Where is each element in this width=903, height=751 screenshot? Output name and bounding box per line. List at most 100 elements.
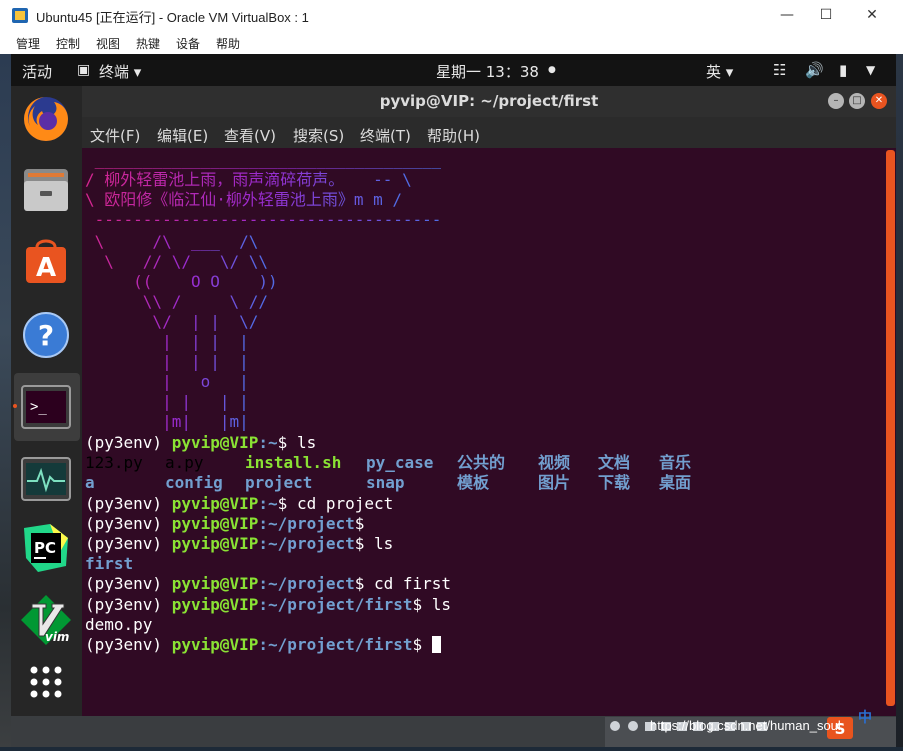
- system-monitor-icon[interactable]: [20, 453, 72, 505]
- prompt-command: $ cd first: [354, 574, 452, 593]
- prompt-user: pyvip@VIP: [171, 635, 259, 654]
- prompt-path: :~: [258, 494, 278, 513]
- pycharm-icon[interactable]: PC: [20, 522, 72, 574]
- window-title: Ubuntu45 [正在运行] - Oracle VM VirtualBox :…: [36, 10, 309, 25]
- menu-edit[interactable]: 编辑(E): [157, 125, 208, 146]
- menu-view[interactable]: 视图: [96, 35, 120, 52]
- prompt-command: $ ls: [277, 433, 317, 452]
- menu-control[interactable]: 控制: [56, 35, 80, 52]
- svg-text:?: ?: [38, 319, 54, 352]
- text-cursor: [431, 636, 441, 653]
- activities-button[interactable]: 活动: [22, 61, 52, 82]
- input-method-menu[interactable]: 英 ▾: [706, 61, 733, 82]
- vim-icon[interactable]: vim: [20, 594, 72, 646]
- terminal-title: pyvip@VIP: ~/project/first: [379, 92, 599, 110]
- svg-text:vim: vim: [45, 630, 69, 644]
- prompt-user: pyvip@VIP: [171, 433, 259, 452]
- prompt-env: (py3env): [85, 595, 172, 614]
- files-icon[interactable]: [20, 164, 72, 216]
- ls-entry: a: [85, 473, 95, 492]
- help-icon[interactable]: ?: [20, 309, 72, 361]
- prompt-user: pyvip@VIP: [171, 595, 259, 614]
- menu-terminal[interactable]: 终端(T): [360, 125, 411, 146]
- prompt-command: $: [412, 635, 432, 654]
- terminal-close-button[interactable]: ✕: [871, 93, 887, 109]
- maximize-button[interactable]: ☐: [803, 0, 849, 31]
- menu-file[interactable]: 文件(F): [90, 125, 140, 146]
- prompt-path: :~/project: [258, 574, 355, 593]
- terminal-minimize-button[interactable]: –: [828, 93, 844, 109]
- ls-entry: install.sh: [245, 453, 342, 472]
- ls-output: first: [85, 554, 134, 573]
- network-icon[interactable]: ☷: [773, 61, 786, 79]
- ls-output: demo.py: [85, 615, 153, 634]
- menu-hotkey[interactable]: 热键: [136, 35, 160, 52]
- prompt-line: (py3env) pyvip@VIP:~/project$ ls: [85, 534, 393, 554]
- ascii-line: \ /\ ___ /\: [85, 232, 259, 251]
- menu-devices[interactable]: 设备: [176, 35, 200, 52]
- ascii-line: / 柳外轻雷池上雨，雨声滴碎荷声。 -- \: [85, 170, 412, 189]
- software-store-icon[interactable]: A: [20, 235, 72, 287]
- battery-icon[interactable]: ▮: [839, 61, 847, 79]
- ime-indicator[interactable]: 中: [858, 707, 872, 727]
- menu-manage[interactable]: 管理: [16, 35, 40, 52]
- menu-help[interactable]: 帮助: [216, 35, 240, 52]
- prompt-user: pyvip@VIP: [171, 574, 259, 593]
- prompt-env: (py3env): [85, 494, 172, 513]
- ls-entry: project: [245, 473, 313, 492]
- svg-text:PC: PC: [34, 539, 56, 557]
- host-desktop-edge-right: [896, 54, 903, 747]
- menu-view[interactable]: 查看(V): [224, 125, 276, 146]
- prompt-env: (py3env): [85, 635, 172, 654]
- ls-entry: py_case: [366, 453, 434, 472]
- prompt-command: $ cd project: [277, 494, 394, 513]
- prompt-line: (py3env) pyvip@VIP:~/project/first$ ls: [85, 595, 451, 615]
- terminal-maximize-button[interactable]: □: [849, 93, 865, 109]
- volume-icon[interactable]: 🔊: [805, 61, 824, 79]
- ascii-line: (( O O )): [85, 272, 278, 291]
- ls-entry: 公共的: [457, 453, 506, 472]
- gnome-top-bar: 活动 ▣ 终端 ▾ 星期一 13：38 ● 英 ▾ ☷ 🔊 ▮ ▼: [11, 54, 896, 86]
- prompt-line: (py3env) pyvip@VIP:~/project/first$: [85, 635, 441, 655]
- close-button[interactable]: ✕: [849, 0, 895, 31]
- prompt-env: (py3env): [85, 574, 172, 593]
- prompt-command: $ ls: [354, 534, 394, 553]
- show-applications-icon[interactable]: [20, 656, 72, 708]
- prompt-command: $ ls: [412, 595, 452, 614]
- virtualbox-menubar: 管理 控制 视图 热键 设备 帮助: [0, 31, 903, 54]
- ubuntu-dock: A ? >_ PC vim: [11, 86, 82, 716]
- prompt-line: (py3env) pyvip@VIP:~/project$ cd first: [85, 574, 451, 594]
- svg-text:A: A: [36, 253, 56, 283]
- ls-entry: 文档: [598, 453, 631, 472]
- ascii-line: | | | |: [85, 332, 249, 351]
- prompt-path: :~/project/first: [258, 595, 413, 614]
- ascii-line: ____________________________________: [85, 150, 442, 169]
- ascii-line: |m| |m|: [85, 412, 249, 431]
- prompt-env: (py3env): [85, 514, 172, 533]
- terminal-content[interactable]: ____________________________________ / 柳…: [82, 148, 896, 716]
- prompt-env: (py3env): [85, 433, 172, 452]
- prompt-command: $: [354, 514, 365, 533]
- ls-entry: 音乐: [659, 453, 692, 472]
- ls-entry: 桌面: [659, 473, 692, 492]
- csdn-watermark: https://blog.csdn.net/human_soul: [650, 718, 841, 733]
- prompt-user: pyvip@VIP: [171, 534, 259, 553]
- ascii-line: \ 欧阳修《临江仙·柳外轻雷池上雨》m m /: [85, 190, 403, 209]
- system-menu-arrow-icon[interactable]: ▼: [866, 63, 875, 77]
- terminal-app-icon: ▣: [77, 62, 91, 78]
- terminal-menubar: 文件(F) 编辑(E) 查看(V) 搜索(S) 终端(T) 帮助(H): [82, 117, 896, 148]
- running-indicator: [13, 404, 17, 408]
- menu-help[interactable]: 帮助(H): [427, 125, 480, 146]
- menu-search[interactable]: 搜索(S): [293, 125, 344, 146]
- terminal-titlebar[interactable]: pyvip@VIP: ~/project/first – □ ✕: [82, 86, 896, 117]
- host-desktop-edge: [0, 54, 11, 747]
- terminal-scrollbar[interactable]: [886, 150, 895, 706]
- ls-entry: 视频: [538, 453, 571, 472]
- terminal-icon[interactable]: >_: [20, 381, 72, 433]
- ls-entry: 下载: [598, 473, 631, 492]
- clock[interactable]: 星期一 13：38: [436, 61, 539, 82]
- ascii-line: \\ / \ //: [85, 292, 269, 311]
- prompt-path: :~/project: [258, 514, 355, 533]
- firefox-icon[interactable]: [20, 93, 72, 145]
- app-menu[interactable]: 终端 ▾: [99, 61, 141, 82]
